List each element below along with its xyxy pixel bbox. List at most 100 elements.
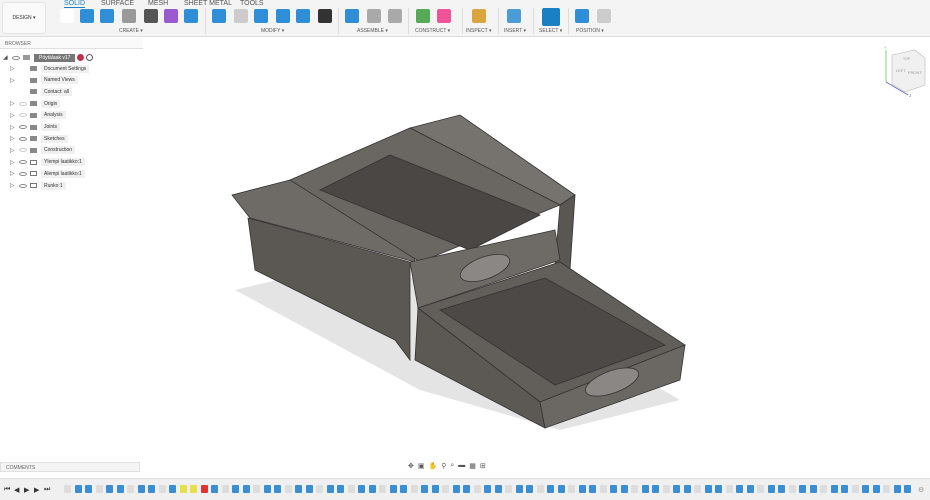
activate-icon[interactable]	[77, 54, 85, 61]
create-menu[interactable]: CREATE ▾	[119, 28, 143, 34]
timeline-feature[interactable]	[211, 485, 218, 493]
timeline-feature[interactable]	[368, 485, 376, 493]
timeline-feature[interactable]	[652, 485, 659, 493]
timeline-feature[interactable]	[830, 485, 838, 493]
3d-model[interactable]	[231, 114, 686, 429]
toolbar-tool-icon[interactable]	[416, 9, 430, 23]
timeline-feature[interactable]	[704, 485, 712, 493]
prev-step-icon[interactable]: ◀	[14, 486, 19, 494]
eye-icon[interactable]	[19, 148, 27, 153]
timeline-feature[interactable]	[883, 485, 890, 493]
timeline-feature[interactable]	[893, 485, 901, 493]
timeline-feature[interactable]	[557, 485, 565, 493]
expand-icon[interactable]: ▷	[10, 159, 16, 166]
toolbar-tool-icon[interactable]	[122, 9, 136, 23]
eye-icon[interactable]	[19, 160, 27, 165]
timeline-feature[interactable]	[578, 485, 586, 493]
toolbar-tool-icon[interactable]	[367, 9, 381, 23]
timeline-feature[interactable]	[841, 485, 848, 493]
toolbar-tool-icon[interactable]	[345, 9, 359, 23]
timeline-feature[interactable]	[158, 485, 166, 493]
browser-item[interactable]: ▷ Sketches	[10, 133, 68, 144]
toolbar-tool-icon[interactable]	[318, 9, 332, 23]
expand-icon[interactable]: ▷	[10, 147, 16, 154]
expand-icon[interactable]: ▷	[10, 182, 16, 189]
timeline-feature[interactable]	[620, 485, 628, 493]
timeline-feature[interactable]	[788, 485, 796, 493]
toolbar-tool-icon[interactable]	[597, 9, 611, 23]
timeline-feature[interactable]	[631, 485, 638, 493]
timeline-feature[interactable]	[452, 485, 460, 493]
browser-item[interactable]: ▷ Analysis	[10, 110, 66, 121]
timeline-feature[interactable]	[305, 485, 313, 493]
timeline-feature[interactable]	[431, 485, 439, 493]
toolbar-tool-icon[interactable]	[254, 9, 268, 23]
timeline-feature[interactable]	[263, 485, 271, 493]
timeline-feature[interactable]	[505, 485, 512, 493]
eye-icon[interactable]	[12, 55, 20, 60]
timeline-feature[interactable]	[820, 485, 827, 493]
timeline-feature[interactable]	[200, 485, 208, 493]
timeline-feature[interactable]	[379, 485, 386, 493]
insert-menu[interactable]: INSERT ▾	[504, 28, 526, 34]
timeline-feature[interactable]	[872, 485, 880, 493]
toolbar-tool-icon[interactable]	[507, 9, 521, 23]
eye-icon[interactable]	[19, 125, 27, 129]
modify-menu[interactable]: MODIFY ▾	[261, 28, 284, 34]
timeline-feature[interactable]	[673, 485, 680, 493]
timeline-feature[interactable]	[599, 485, 607, 493]
toolbar-tool-icon[interactable]	[212, 9, 226, 23]
timeline-feature[interactable]	[148, 485, 155, 493]
timeline-feature[interactable]	[326, 485, 334, 493]
orbit-icon[interactable]: ✥	[408, 462, 414, 472]
collapse-icon[interactable]: ◢	[3, 54, 9, 61]
look-at-icon[interactable]: ▣	[418, 462, 425, 472]
browser-item[interactable]: Contact: all	[10, 86, 73, 97]
timeline-feature[interactable]	[694, 485, 701, 493]
timeline-feature[interactable]	[862, 485, 869, 493]
timeline-feature[interactable]	[127, 485, 134, 493]
timeline-feature[interactable]	[74, 485, 82, 493]
toolbar-tool-icon[interactable]	[276, 9, 290, 23]
timeline-feature[interactable]	[473, 485, 481, 493]
browser-root[interactable]: ◢ Pöytälaak v17	[3, 52, 94, 63]
select-menu[interactable]: SELECT ▾	[539, 28, 562, 34]
timeline-feature[interactable]	[442, 485, 449, 493]
timeline-feature[interactable]	[64, 485, 71, 493]
toolbar-tool-icon[interactable]	[575, 9, 589, 23]
expand-icon[interactable]: ▷	[10, 112, 16, 119]
timeline-feature[interactable]	[767, 485, 775, 493]
timeline-feature[interactable]	[715, 485, 722, 493]
timeline-feature[interactable]	[536, 485, 544, 493]
radio-icon[interactable]	[86, 54, 94, 61]
browser-item[interactable]: ▷ Origin	[10, 98, 61, 109]
assemble-menu[interactable]: ASSEMBLE ▾	[357, 28, 388, 34]
browser-item[interactable]: ▷ Construction	[10, 145, 76, 156]
comments-panel[interactable]: COMMENTS	[0, 462, 140, 472]
timeline-feature[interactable]	[232, 485, 239, 493]
timeline-feature[interactable]	[85, 485, 92, 493]
timeline-settings-icon[interactable]: ⚙	[918, 486, 924, 494]
timeline-feature[interactable]	[746, 485, 754, 493]
tab-mesh[interactable]: MESH	[148, 0, 168, 7]
timeline-feature[interactable]	[337, 485, 344, 493]
toolbar-tool-icon[interactable]	[437, 9, 451, 23]
toolbar-tool-icon[interactable]	[234, 9, 248, 23]
tab-surface[interactable]: SURFACE	[101, 0, 134, 7]
timeline-feature[interactable]	[568, 485, 575, 493]
expand-icon[interactable]: ▷	[10, 77, 16, 84]
workspace-menu[interactable]: DESIGN ▾	[2, 2, 46, 34]
tab-tools[interactable]: TOOLS	[240, 0, 264, 7]
timeline-feature[interactable]	[547, 485, 554, 493]
play-icon[interactable]: ▶	[24, 486, 29, 494]
toolbar-tool-icon[interactable]	[472, 9, 486, 23]
position-menu[interactable]: POSITION ▾	[576, 28, 604, 34]
timeline-feature[interactable]	[526, 485, 533, 493]
inspect-menu[interactable]: INSPECT ▾	[466, 28, 491, 34]
timeline-feature[interactable]	[169, 485, 176, 493]
expand-icon[interactable]: ▷	[10, 65, 16, 72]
timeline-feature[interactable]	[515, 485, 523, 493]
timeline-feature[interactable]	[757, 485, 764, 493]
expand-icon[interactable]: ▷	[10, 135, 16, 142]
timeline-feature[interactable]	[179, 485, 187, 493]
